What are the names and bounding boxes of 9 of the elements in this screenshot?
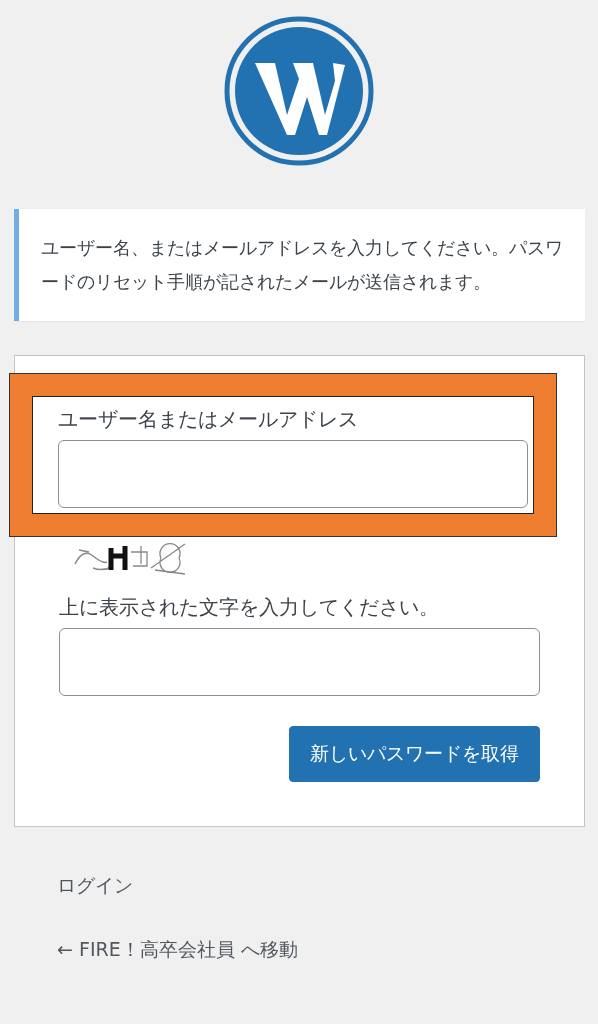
captcha-field[interactable] <box>59 628 540 696</box>
get-password-button[interactable]: 新しいパスワードを取得 <box>289 726 540 782</box>
footer-link[interactable]: ← FIRE！高卒会社員 へ移動 <box>57 937 598 963</box>
wordpress-logo[interactable] <box>223 15 375 167</box>
footer-link[interactable]: ログイン <box>57 873 598 899</box>
notice-message: ユーザー名、またはメールアドレスを入力してください。パスワードのリセット手順が記されたメールが送信されます。 <box>14 209 585 321</box>
username-field[interactable] <box>58 440 528 508</box>
field-label: 上に表示された文字を入力してください。 <box>59 594 440 621</box>
field-label: ユーザー名またはメールアドレス <box>58 406 359 433</box>
